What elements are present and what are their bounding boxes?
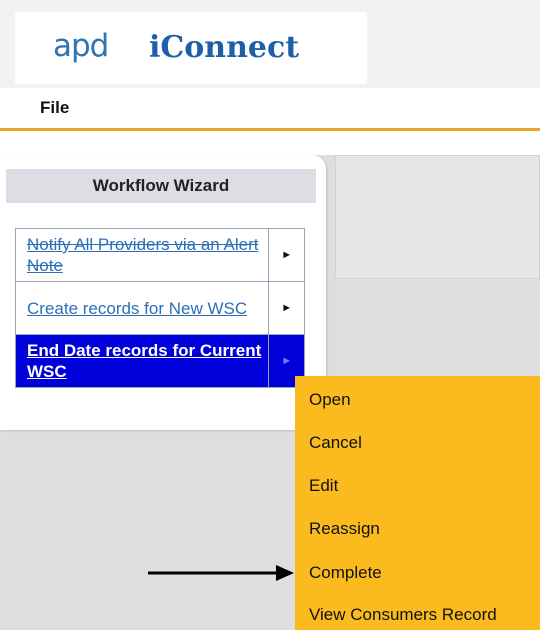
- workflow-step-link[interactable]: End Date records for Current WSC: [14, 334, 270, 388]
- menu-bar: File: [0, 88, 540, 131]
- spacer: [0, 131, 540, 155]
- workflow-step-notify-providers[interactable]: Notify All Providers via an Alert Note ►: [14, 228, 305, 282]
- workflow-step-create-records[interactable]: Create records for New WSC ►: [14, 281, 305, 335]
- expand-arrow-icon[interactable]: ►: [268, 228, 305, 282]
- panel-title: Workflow Wizard: [6, 169, 316, 203]
- menu-item-view-consumers-record[interactable]: View Consumers Record: [309, 605, 497, 625]
- content-panel: [335, 155, 540, 279]
- logo-apd-text: apd: [53, 28, 109, 64]
- logo-brand-text: iConnect: [149, 30, 300, 65]
- workflow-step-end-date-records[interactable]: End Date records for Current WSC ►: [14, 334, 305, 388]
- app-header: apd iConnect: [0, 0, 540, 88]
- context-menu: Open Cancel Edit Reassign Complete View …: [295, 376, 540, 630]
- logo: apd iConnect: [15, 12, 367, 84]
- menu-item-reassign[interactable]: Reassign: [309, 519, 380, 539]
- pointer-arrow-icon: [148, 565, 294, 581]
- menu-item-cancel[interactable]: Cancel: [309, 433, 362, 453]
- menu-item-complete[interactable]: Complete: [309, 563, 382, 583]
- workflow-steps-table: Notify All Providers via an Alert Note ►…: [14, 228, 305, 388]
- menu-file[interactable]: File: [40, 98, 69, 118]
- workflow-step-link[interactable]: Notify All Providers via an Alert Note: [14, 228, 270, 282]
- workflow-step-link[interactable]: Create records for New WSC: [14, 281, 270, 335]
- menu-item-edit[interactable]: Edit: [309, 476, 338, 496]
- menu-item-open[interactable]: Open: [309, 390, 351, 410]
- expand-arrow-icon[interactable]: ►: [268, 281, 305, 335]
